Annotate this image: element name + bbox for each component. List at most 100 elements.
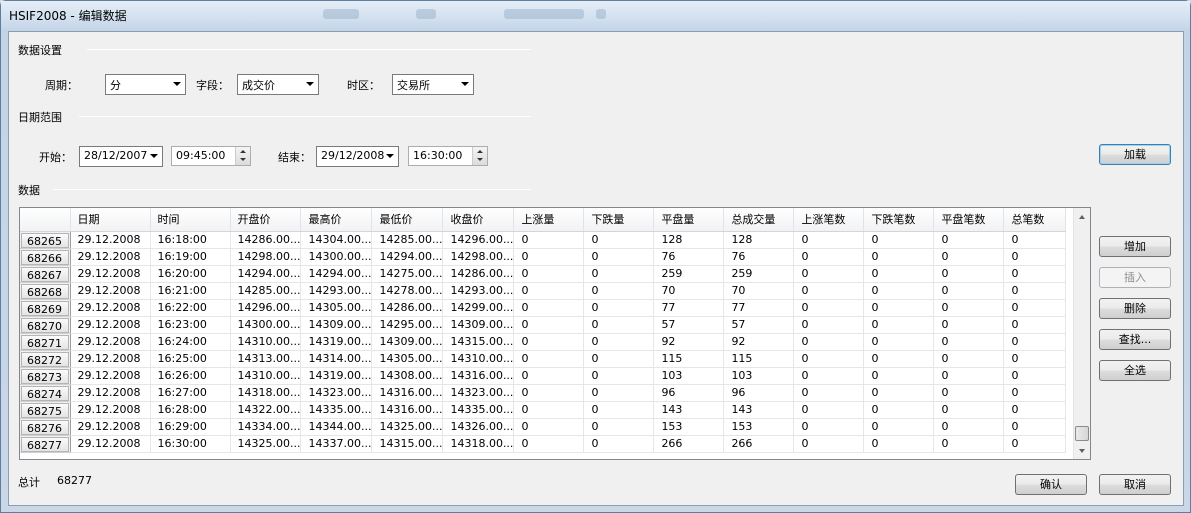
row-header[interactable]: 68267 [20,265,71,283]
select-all-button[interactable]: 全选 [1099,360,1171,381]
table-cell[interactable]: 14286.00... [230,231,302,249]
table-cell[interactable]: 143 [653,401,725,419]
table-cell[interactable]: 14296.00... [230,299,302,317]
row-header[interactable]: 68266 [20,248,71,266]
table-cell[interactable]: 0 [793,316,865,334]
table-cell[interactable]: 0 [793,282,865,300]
table-cell[interactable]: 14286.00... [371,299,444,317]
column-header[interactable]: 上涨量 [513,208,585,232]
period-select[interactable]: 分 [105,74,186,95]
table-cell[interactable]: 14319.00... [300,333,373,351]
table-cell[interactable]: 29.12.2008 [70,333,151,351]
table-cell[interactable]: 70 [723,282,795,300]
row-header[interactable]: 68268 [20,282,71,300]
table-cell[interactable]: 14313.00... [230,350,302,368]
table-cell[interactable]: 14309.00... [300,316,373,334]
table-cell[interactable]: 14310.00... [230,333,302,351]
column-header[interactable]: 最低价 [371,208,444,232]
table-cell[interactable]: 0 [793,418,865,436]
table-cell[interactable]: 266 [723,435,795,453]
table-cell[interactable]: 14310.00... [442,350,515,368]
table-cell[interactable]: 0 [513,282,585,300]
table-cell[interactable]: 0 [933,435,1005,453]
table-cell[interactable]: 29.12.2008 [70,367,151,385]
table-cell[interactable]: 14275.00... [371,265,444,283]
find-button[interactable]: 查找... [1099,329,1171,350]
table-cell[interactable]: 115 [723,350,795,368]
scroll-up-icon[interactable] [1079,215,1085,219]
end-date-picker[interactable]: 29/12/2008 [316,146,399,167]
data-grid[interactable]: 日期 时间 开盘价 最高价 最低价 收盘价 上涨量 下跌量 平盘量 总成交量 上涨笔数 下跌笔数 平盘笔… [19,207,1091,460]
table-cell[interactable]: 29.12.2008 [70,299,151,317]
table-cell[interactable]: 0 [863,367,935,385]
table-cell[interactable]: 0 [583,316,655,334]
table-cell[interactable]: 92 [653,333,725,351]
table-cell[interactable]: 14335.00... [442,401,515,419]
table-cell[interactable]: 14319.00... [300,367,373,385]
field-select[interactable]: 成交价 [237,74,319,95]
timezone-select[interactable]: 交易所 [392,74,474,95]
table-cell[interactable]: 0 [793,401,865,419]
table-cell[interactable]: 0 [863,350,935,368]
table-cell[interactable]: 0 [583,299,655,317]
spin-buttons[interactable] [472,147,487,165]
table-cell[interactable]: 0 [1003,367,1067,385]
table-cell[interactable]: 14335.00... [300,401,373,419]
table-cell[interactable]: 14326.00... [442,418,515,436]
table-cell[interactable]: 92 [723,333,795,351]
table-cell[interactable]: 14305.00... [371,350,444,368]
end-time-spinner[interactable]: 16:30:00 [408,146,488,166]
table-cell[interactable]: 0 [1003,248,1067,266]
table-cell[interactable]: 0 [863,299,935,317]
table-cell[interactable]: 16:24:00 [150,333,231,351]
table-cell[interactable]: 0 [513,350,585,368]
ok-button[interactable]: 确认 [1015,474,1087,495]
row-header[interactable]: 68275 [20,401,71,419]
table-cell[interactable]: 0 [513,333,585,351]
table-cell[interactable]: 0 [933,248,1005,266]
table-cell[interactable]: 0 [1003,435,1067,453]
corner-header-cell[interactable] [20,208,71,232]
table-cell[interactable]: 128 [723,231,795,249]
table-cell[interactable]: 14278.00... [371,282,444,300]
table-row[interactable]: 68275 29.12.2008 16:28:00 14322.00... 14335.… [20,401,1067,419]
table-cell[interactable]: 0 [1003,231,1067,249]
table-cell[interactable]: 0 [583,333,655,351]
table-cell[interactable]: 0 [933,316,1005,334]
table-cell[interactable]: 0 [933,384,1005,402]
table-row[interactable]: 68266 29.12.2008 16:19:00 14298.00... 14300.… [20,248,1067,266]
column-header[interactable]: 平盘笔数 [933,208,1005,232]
table-cell[interactable]: 14316.00... [371,401,444,419]
column-header[interactable]: 平盘量 [653,208,725,232]
column-header[interactable]: 收盘价 [442,208,515,232]
table-cell[interactable]: 0 [933,333,1005,351]
table-cell[interactable]: 14308.00... [371,367,444,385]
table-cell[interactable]: 14305.00... [300,299,373,317]
table-cell[interactable]: 0 [583,265,655,283]
table-row[interactable]: 68267 29.12.2008 16:20:00 14294.00... 14294.… [20,265,1067,283]
table-cell[interactable]: 14314.00... [300,350,373,368]
table-cell[interactable]: 0 [583,384,655,402]
table-cell[interactable]: 0 [863,248,935,266]
table-cell[interactable]: 0 [513,299,585,317]
column-header[interactable]: 开盘价 [230,208,302,232]
table-cell[interactable]: 0 [793,248,865,266]
load-button[interactable]: 加载 [1099,144,1171,165]
table-cell[interactable]: 0 [863,418,935,436]
table-cell[interactable]: 0 [793,435,865,453]
table-cell[interactable]: 128 [653,231,725,249]
table-cell[interactable]: 16:27:00 [150,384,231,402]
table-cell[interactable]: 0 [1003,265,1067,283]
table-cell[interactable]: 16:19:00 [150,248,231,266]
table-cell[interactable]: 0 [793,350,865,368]
table-cell[interactable]: 14298.00... [442,248,515,266]
column-header[interactable]: 时间 [150,208,231,232]
row-header[interactable]: 68273 [20,367,71,385]
table-cell[interactable]: 153 [723,418,795,436]
vertical-scrollbar[interactable] [1073,208,1090,459]
table-cell[interactable]: 77 [653,299,725,317]
row-header[interactable]: 68276 [20,418,71,436]
table-row[interactable]: 68270 29.12.2008 16:23:00 14300.00... 14309.… [20,316,1067,334]
table-cell[interactable]: 0 [933,350,1005,368]
table-cell[interactable]: 96 [653,384,725,402]
